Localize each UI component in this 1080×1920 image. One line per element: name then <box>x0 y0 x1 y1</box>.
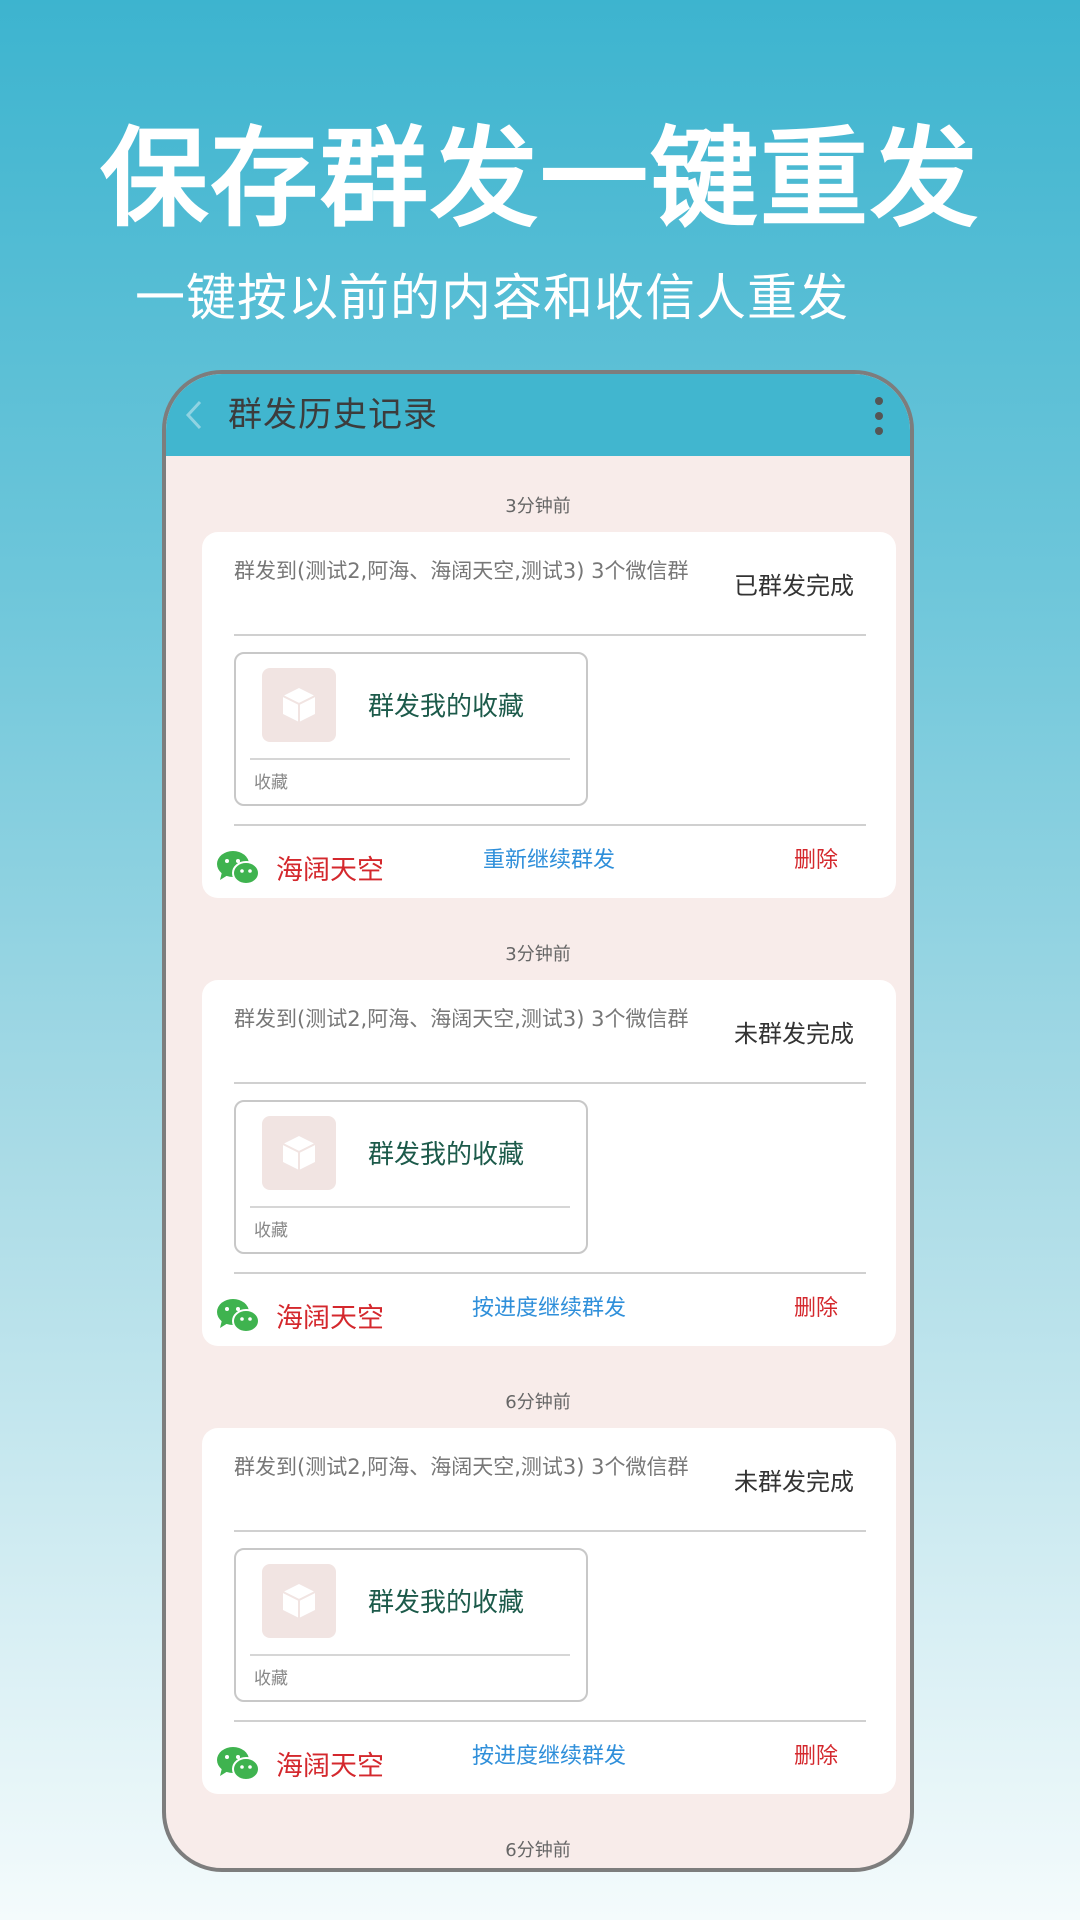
resend-button[interactable]: 重新继续群发 <box>202 842 896 874</box>
record-time: 6分钟前 <box>505 1840 571 1861</box>
delete-button[interactable]: 删除 <box>794 842 838 874</box>
favorite-caption: 收藏 <box>254 773 288 793</box>
divider <box>234 1720 866 1722</box>
box-icon <box>262 1116 336 1190</box>
history-card: 群发到(测试2,阿海、海阔天空,测试3) 3个微信群 未群发完成 群发我的收藏 … <box>202 980 896 1346</box>
chevron-left-icon[interactable] <box>180 396 210 434</box>
record-time: 6分钟前 <box>505 1392 571 1413</box>
favorite-caption: 收藏 <box>254 1221 288 1241</box>
favorite-attachment[interactable]: 群发我的收藏 收藏 <box>234 652 588 806</box>
more-vertical-icon[interactable] <box>874 396 884 436</box>
record-description: 群发到(测试2,阿海、海阔天空,测试3) 3个微信群 <box>234 1455 689 1479</box>
phone-frame: 群发历史记录 3分钟前 群发到(测试2,阿海、海阔天空,测试3) 3个微信群 已… <box>162 370 914 1872</box>
record-time: 3分钟前 <box>505 944 571 965</box>
hero-subtitle: 一键按以前的内容和收信人重发 <box>135 269 849 327</box>
divider <box>250 1654 570 1656</box>
resend-button[interactable]: 按进度继续群发 <box>202 1290 896 1322</box>
record-description: 群发到(测试2,阿海、海阔天空,测试3) 3个微信群 <box>234 559 689 583</box>
favorite-caption: 收藏 <box>254 1669 288 1689</box>
favorite-title: 群发我的收藏 <box>368 1140 525 1170</box>
delete-button[interactable]: 删除 <box>794 1290 838 1322</box>
record-time: 3分钟前 <box>505 496 571 517</box>
app-bar: 群发历史记录 <box>166 374 910 456</box>
status-badge: 未群发完成 <box>734 1468 854 1496</box>
status-badge: 未群发完成 <box>734 1020 854 1048</box>
divider <box>250 758 570 760</box>
record-description: 群发到(测试2,阿海、海阔天空,测试3) 3个微信群 <box>234 1007 689 1031</box>
favorite-title: 群发我的收藏 <box>368 1588 525 1618</box>
favorite-attachment[interactable]: 群发我的收藏 收藏 <box>234 1548 588 1702</box>
favorite-attachment[interactable]: 群发我的收藏 收藏 <box>234 1100 588 1254</box>
hero-title: 保存群发一键重发 <box>99 117 980 242</box>
divider <box>234 1082 866 1084</box>
history-card: 群发到(测试2,阿海、海阔天空,测试3) 3个微信群 未群发完成 群发我的收藏 … <box>202 1428 896 1794</box>
divider <box>234 824 866 826</box>
divider <box>234 634 866 636</box>
resend-button[interactable]: 按进度继续群发 <box>202 1738 896 1770</box>
favorite-title: 群发我的收藏 <box>368 692 525 722</box>
box-icon <box>262 1564 336 1638</box>
divider <box>234 1272 866 1274</box>
divider <box>234 1530 866 1532</box>
history-card: 群发到(测试2,阿海、海阔天空,测试3) 3个微信群 已群发完成 群发我的收藏 … <box>202 532 896 898</box>
page-title: 群发历史记录 <box>228 395 438 435</box>
status-badge: 已群发完成 <box>734 572 854 600</box>
delete-button[interactable]: 删除 <box>794 1738 838 1770</box>
divider <box>250 1206 570 1208</box>
box-icon <box>262 668 336 742</box>
